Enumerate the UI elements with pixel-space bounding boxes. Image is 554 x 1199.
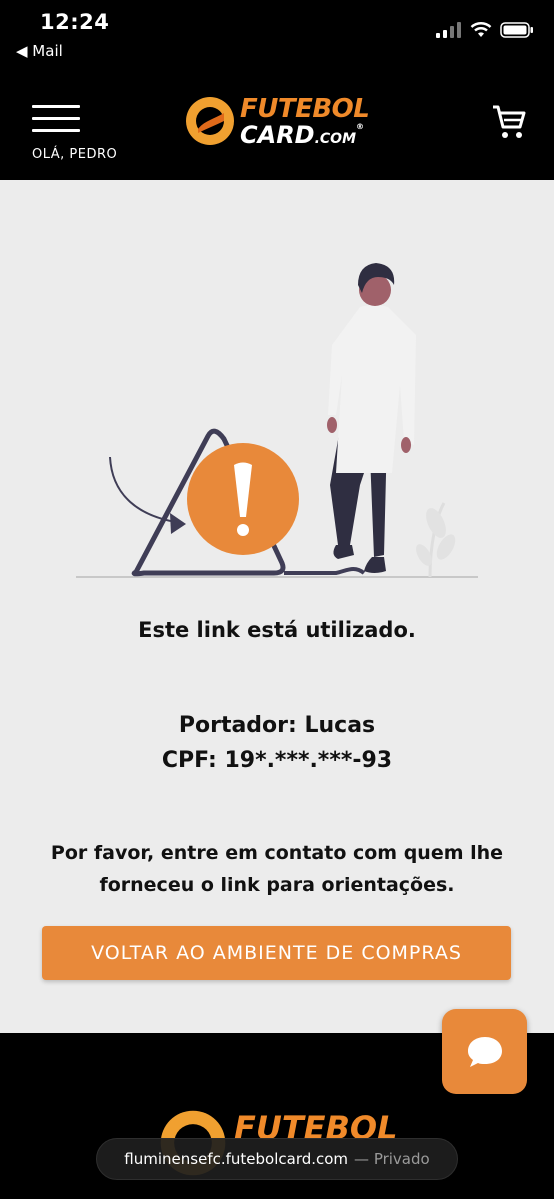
battery-icon [500, 22, 533, 38]
wifi-icon [470, 22, 492, 37]
logo-text-futebol: FUTEBOL [240, 93, 370, 124]
back-to-shopping-button[interactable]: VOLTAR AO AMBIENTE DE COMPRAS [42, 926, 511, 980]
status-time: 12:24 [40, 10, 110, 34]
menu-bar-top [32, 105, 80, 108]
menu-bar-bottom [32, 129, 80, 132]
futebolcard-logo-mark-icon [186, 97, 234, 145]
status-bar: 12:24 ◀ Mail [0, 0, 554, 80]
ticket-holder-name: Portador: Lucas [178, 713, 376, 738]
status-icons [436, 22, 534, 38]
futebolcard-logo[interactable]: FUTEBOL CARD.COM® [184, 93, 370, 149]
site-header: OLÁ, PEDRO FUTEBOL CARD.COM® [0, 80, 554, 180]
browser-url: fluminensefc.futebolcard.com [124, 1150, 349, 1168]
back-to-mail-link[interactable]: ◀ Mail [16, 42, 63, 60]
user-greeting: OLÁ, PEDRO [32, 147, 118, 162]
logo-text-com: .COM [314, 130, 357, 147]
chat-bubble-icon [467, 1036, 502, 1067]
instruction-line-2: forneceu o link para orientações. [99, 874, 455, 896]
link-used-title: Este link está utilizado. [138, 618, 416, 642]
main-content: Este link está utilizado. Portador: Luca… [0, 180, 554, 1033]
chat-button[interactable] [442, 1009, 527, 1094]
hamburger-menu-icon[interactable] [32, 105, 80, 135]
logo-text-card: CARD [240, 120, 315, 149]
link-used-illustration [76, 263, 478, 578]
menu-bar-middle [32, 117, 80, 120]
ticket-holder-cpf: CPF: 19*.***.***-93 [161, 748, 393, 773]
private-mode-label: — Privado [354, 1150, 430, 1168]
browser-url-bar[interactable]: fluminensefc.futebolcard.com — Privado [96, 1138, 458, 1180]
instruction-line-1: Por favor, entre em contato com quem lhe [50, 842, 504, 864]
logo-registered-mark: ® [356, 121, 365, 131]
shopping-cart-icon[interactable] [492, 104, 526, 140]
cellular-signal-icon [436, 22, 461, 38]
